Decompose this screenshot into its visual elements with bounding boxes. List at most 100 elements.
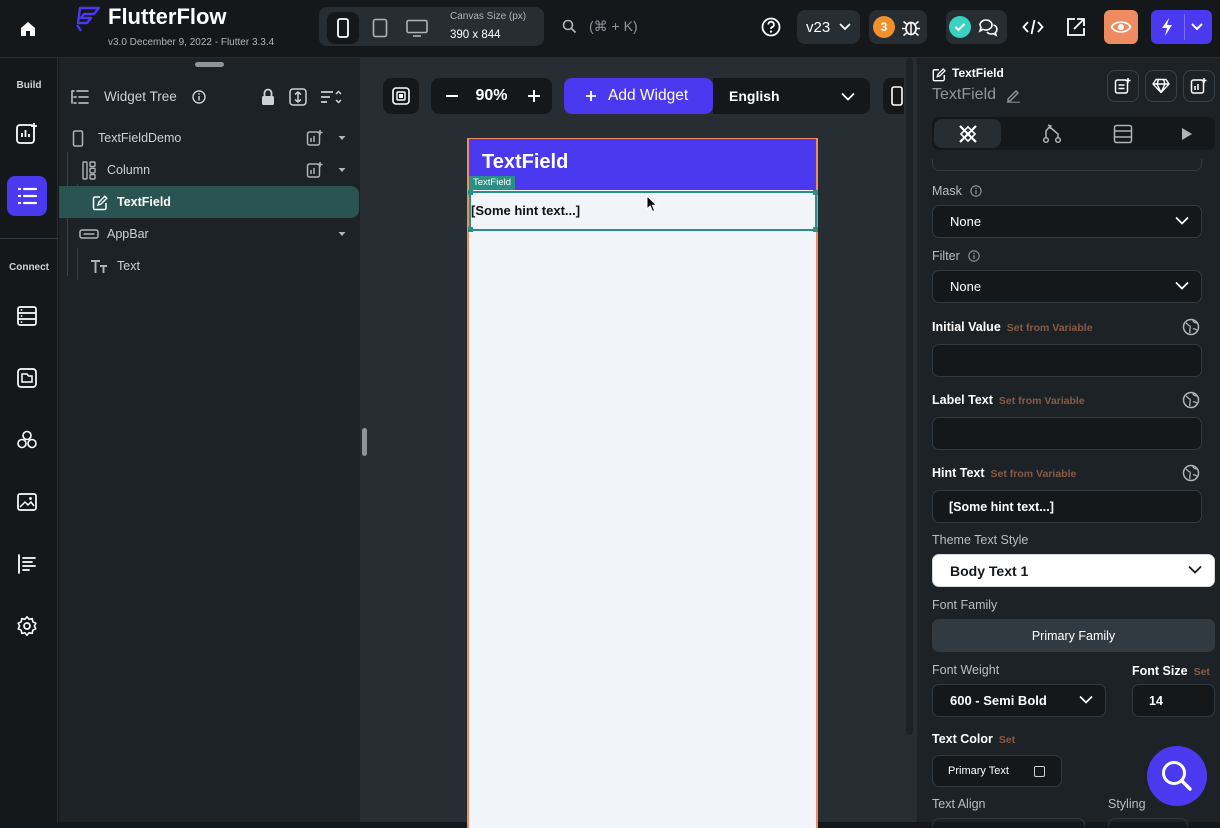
search-icon[interactable] bbox=[562, 19, 577, 34]
globe-icon[interactable] bbox=[1182, 464, 1200, 482]
widget-tree-icon[interactable] bbox=[7, 176, 47, 216]
info-icon[interactable] bbox=[968, 250, 980, 262]
language-select[interactable]: English bbox=[713, 78, 870, 114]
add-widget-button[interactable]: Add Widget bbox=[564, 78, 713, 114]
add-page-icon[interactable] bbox=[7, 114, 47, 154]
theme-list-icon[interactable] bbox=[7, 544, 47, 584]
team-library-icon[interactable] bbox=[7, 420, 47, 460]
database-icon bbox=[1113, 124, 1132, 143]
tree-item-text[interactable]: Text bbox=[59, 250, 359, 282]
preview-icon[interactable] bbox=[1104, 10, 1138, 44]
filter-dropdown[interactable]: None bbox=[932, 270, 1202, 303]
settings-icon[interactable] bbox=[7, 606, 47, 646]
add-widget-icon[interactable] bbox=[1183, 70, 1215, 102]
diamond-icon[interactable] bbox=[1145, 70, 1177, 102]
chevron-down-icon[interactable] bbox=[338, 167, 346, 173]
resize-handle[interactable] bbox=[468, 227, 473, 232]
canvas-size-value[interactable]: 390 x 844 bbox=[450, 29, 501, 41]
tab-backend-query[interactable] bbox=[1089, 119, 1156, 148]
add-child-icon[interactable] bbox=[306, 161, 324, 179]
run-button[interactable] bbox=[1151, 10, 1212, 44]
home-icon[interactable] bbox=[8, 9, 48, 49]
chevron-down-icon[interactable] bbox=[338, 231, 346, 237]
desktop-device-icon[interactable] bbox=[402, 12, 432, 44]
font-family-button[interactable]: Primary Family bbox=[932, 619, 1215, 652]
drag-handle[interactable] bbox=[195, 62, 224, 67]
zoom-out-icon[interactable] bbox=[446, 95, 458, 97]
collab-group bbox=[946, 10, 1007, 44]
chevron-down-icon[interactable] bbox=[338, 135, 346, 141]
scrollbar-thumb[interactable] bbox=[906, 58, 913, 735]
globe-icon[interactable] bbox=[1182, 391, 1200, 409]
help-search-button[interactable] bbox=[1147, 746, 1207, 806]
lock-icon[interactable] bbox=[260, 88, 276, 106]
info-icon[interactable] bbox=[192, 90, 206, 104]
mouse-cursor-icon bbox=[646, 195, 658, 213]
code-icon[interactable] bbox=[1022, 17, 1044, 37]
tree-item-textfield[interactable]: TextField bbox=[59, 186, 359, 218]
connect-section-label: Connect bbox=[9, 262, 49, 273]
resize-handle[interactable] bbox=[813, 190, 818, 195]
set-from-variable-link[interactable]: Set from Variable bbox=[999, 395, 1085, 407]
tree-item-appbar[interactable]: AppBar bbox=[59, 218, 359, 250]
splitter-handle[interactable] bbox=[362, 428, 367, 456]
open-external-icon[interactable] bbox=[1065, 16, 1087, 38]
expand-collapse-icon[interactable] bbox=[288, 87, 308, 107]
tab-animations[interactable] bbox=[1161, 119, 1213, 148]
set-from-variable-link[interactable]: Set from Variable bbox=[1007, 322, 1093, 334]
scrollbar-track[interactable] bbox=[904, 58, 916, 822]
text-color-set-link[interactable]: Set bbox=[999, 734, 1015, 746]
language-value: English bbox=[729, 88, 780, 104]
tree-item-textfielddemo[interactable]: TextFieldDemo bbox=[59, 122, 359, 154]
initial-value-input[interactable] bbox=[932, 344, 1202, 377]
storyboard-icon[interactable] bbox=[7, 358, 47, 398]
styling-group[interactable] bbox=[1108, 818, 1188, 826]
text-color-picker[interactable]: Primary Text bbox=[932, 755, 1062, 787]
widget-name[interactable]: TextField bbox=[932, 86, 996, 104]
pencil-icon[interactable] bbox=[1006, 88, 1021, 103]
top-bar: FlutterFlow v3.0 December 9, 2022 - Flut… bbox=[0, 0, 1220, 58]
globe-icon[interactable] bbox=[1182, 318, 1200, 336]
hint-text-input[interactable]: [Some hint text...] bbox=[932, 490, 1202, 523]
chevron-down-icon bbox=[839, 23, 851, 31]
tablet-device-icon[interactable] bbox=[365, 12, 395, 44]
database-icon[interactable] bbox=[7, 296, 47, 336]
add-component-icon[interactable] bbox=[1107, 70, 1139, 102]
chevron-down-icon bbox=[1175, 216, 1189, 225]
tools-icon bbox=[958, 124, 977, 143]
comments-icon[interactable] bbox=[977, 16, 999, 38]
left-rail: Build Connect bbox=[0, 58, 58, 822]
zoom-in-icon[interactable] bbox=[528, 90, 540, 102]
set-from-variable-link[interactable]: Set from Variable bbox=[991, 468, 1077, 480]
device-preview-button[interactable] bbox=[883, 78, 904, 114]
phone-device-icon[interactable] bbox=[327, 12, 359, 44]
text-align-group[interactable] bbox=[932, 818, 1085, 826]
search-shortcut[interactable]: (⌘ + K) bbox=[589, 18, 638, 35]
media-assets-icon[interactable] bbox=[7, 482, 47, 522]
version-select[interactable]: v23 bbox=[797, 10, 860, 44]
font-weight-dropdown[interactable]: 600 - Semi Bold bbox=[932, 684, 1106, 717]
font-size-set-link[interactable]: Set bbox=[1194, 666, 1210, 678]
canvas-settings-icon[interactable] bbox=[383, 78, 419, 114]
label-text-input[interactable] bbox=[932, 417, 1202, 450]
info-icon[interactable] bbox=[970, 185, 983, 197]
resize-handle[interactable] bbox=[468, 190, 473, 195]
resize-handle[interactable] bbox=[813, 227, 818, 232]
tree-options-icon[interactable] bbox=[319, 88, 343, 106]
theme-text-style-dropdown[interactable]: Body Text 1 bbox=[932, 554, 1215, 587]
app-bar[interactable]: TextField bbox=[469, 139, 816, 190]
mask-dropdown[interactable]: None bbox=[932, 205, 1202, 238]
font-size-input[interactable]: 14 bbox=[1132, 684, 1215, 717]
chevron-down-icon[interactable] bbox=[1191, 22, 1203, 32]
tree-item-label: AppBar bbox=[107, 227, 149, 241]
text-field-preview[interactable]: [Some hint text...] bbox=[468, 190, 818, 232]
issues-button[interactable]: 3 bbox=[869, 10, 927, 44]
check-icon[interactable] bbox=[949, 16, 971, 38]
help-icon[interactable] bbox=[760, 16, 782, 38]
tab-properties[interactable] bbox=[934, 119, 1001, 148]
tab-actions[interactable] bbox=[1018, 119, 1085, 148]
add-child-icon[interactable] bbox=[306, 129, 324, 147]
tree-item-label: Column bbox=[107, 163, 151, 177]
panel-splitter[interactable] bbox=[360, 58, 370, 822]
tree-item-column[interactable]: Column bbox=[59, 154, 359, 186]
